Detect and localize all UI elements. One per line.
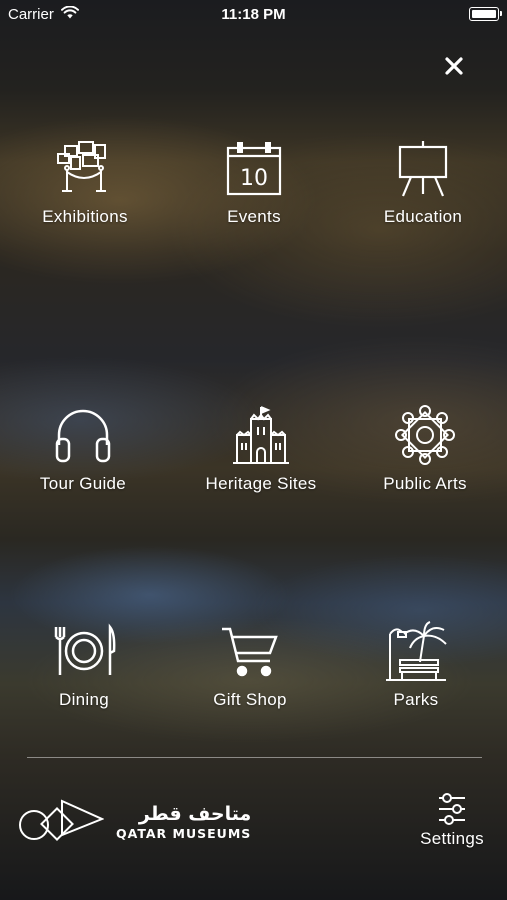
menu-item-parks[interactable]: Parks <box>331 618 501 710</box>
menu-item-public-arts[interactable]: Public Arts <box>340 402 507 494</box>
exhibition-frames-icon <box>52 135 118 201</box>
battery-icon <box>469 7 502 21</box>
shopping-cart-icon <box>217 618 283 684</box>
palm-tree-bench-icon <box>383 618 449 684</box>
battery-level <box>472 10 496 18</box>
menu-item-tour-guide[interactable]: Tour Guide <box>0 402 168 494</box>
close-button[interactable] <box>438 50 470 82</box>
menu-label-public-arts: Public Arts <box>383 474 467 493</box>
headphones-icon <box>50 402 116 468</box>
logo-latin-text: QATAR MUSEUMS <box>116 825 252 841</box>
settings-label: Settings <box>420 829 484 848</box>
menu-label-tour-guide: Tour Guide <box>39 474 127 493</box>
status-left: Carrier <box>8 5 79 23</box>
menu-label-gift-shop: Gift Shop <box>213 690 287 709</box>
easel-board-icon <box>390 135 456 201</box>
sliders-icon <box>439 793 465 825</box>
menu-item-exhibitions[interactable]: Exhibitions <box>0 135 170 227</box>
logo-arabic-text: متاحف قطر <box>138 802 252 825</box>
calendar-icon: 10 <box>221 135 287 201</box>
wifi-icon <box>60 5 79 23</box>
geometric-rosette-icon <box>392 402 458 468</box>
heritage-building-icon <box>228 402 294 468</box>
qatar-museums-shapes-logo <box>19 799 104 841</box>
footer-divider <box>27 757 482 758</box>
menu-item-events[interactable]: 10 Events <box>169 135 339 227</box>
logo-text: متاحف قطر QATAR MUSEUMS <box>116 804 251 841</box>
menu-label-events: Events <box>227 207 281 226</box>
menu-item-gift-shop[interactable]: Gift Shop <box>165 618 335 710</box>
calendar-day-number: 10 <box>240 166 268 191</box>
menu-label-parks: Parks <box>393 690 439 709</box>
close-icon <box>445 57 463 75</box>
menu-item-heritage-sites[interactable]: Heritage Sites <box>176 402 346 494</box>
menu-label-education: Education <box>383 207 463 226</box>
menu-item-dining[interactable]: Dining <box>0 618 169 710</box>
menu-label-heritage-sites: Heritage Sites <box>205 474 317 493</box>
carrier-label: Carrier <box>8 5 54 23</box>
plate-fork-knife-icon <box>49 618 119 684</box>
settings-button[interactable]: Settings <box>412 792 492 849</box>
menu-label-exhibitions: Exhibitions <box>42 207 128 226</box>
menu-label-dining: Dining <box>59 690 109 709</box>
status-bar: Carrier 11:18 PM <box>0 0 507 28</box>
qatar-museums-logo[interactable]: متاحف قطر QATAR MUSEUMS <box>18 795 251 849</box>
menu-item-education[interactable]: Education <box>338 135 507 227</box>
